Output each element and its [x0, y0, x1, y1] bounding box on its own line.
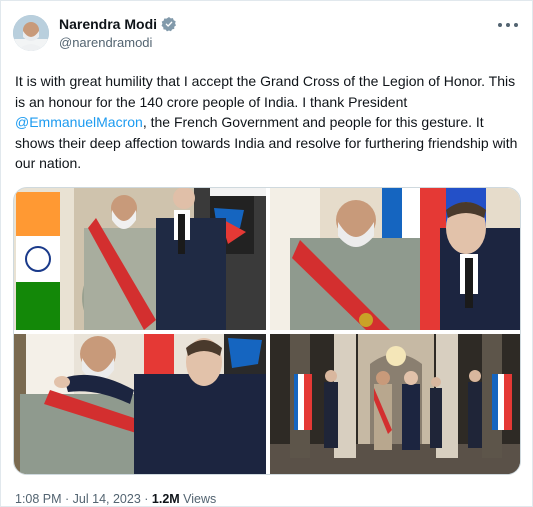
- author-display-name[interactable]: Narendra Modi: [59, 16, 157, 32]
- photo-hall-with-guard-of-honour[interactable]: [270, 334, 520, 474]
- tweet-card: Narendra Modi @narendramodi It is with g…: [0, 0, 533, 507]
- dot-icon: [514, 23, 518, 27]
- dot-icon: [498, 23, 502, 27]
- views-count: 1.2M: [151, 492, 180, 506]
- photo-image: [14, 188, 266, 330]
- media-grid: [13, 187, 521, 475]
- author-row: Narendra Modi: [59, 16, 177, 32]
- photo-image: [14, 334, 266, 474]
- tweet-text-part1: It is with great humility that I accept …: [15, 73, 516, 110]
- tweet-meta: 1:08 PM · Jul 14, 2023 · 1.2M Views: [15, 492, 216, 506]
- more-options-icon[interactable]: [498, 17, 518, 33]
- photo-medal-presentation-closeup[interactable]: [270, 188, 520, 330]
- verified-badge-icon: [161, 17, 177, 32]
- views-label: Views: [183, 492, 217, 506]
- tweet-time[interactable]: 1:08 PM: [15, 492, 62, 506]
- tweet-date[interactable]: Jul 14, 2023: [73, 492, 141, 506]
- mention-link[interactable]: @EmmanuelMacron: [15, 114, 143, 130]
- photo-image: [270, 188, 520, 330]
- avatar[interactable]: [13, 15, 49, 51]
- photo-image: [270, 334, 520, 474]
- dot-icon: [506, 23, 510, 27]
- meta-separator: ·: [140, 492, 152, 506]
- photo-sash-being-placed[interactable]: [14, 334, 266, 474]
- author-handle[interactable]: @narendramodi: [59, 35, 152, 50]
- meta-separator: ·: [61, 492, 73, 506]
- photo-award-ceremony-with-flags[interactable]: [14, 188, 266, 330]
- avatar-photo: [13, 15, 49, 51]
- tweet-text: It is with great humility that I accept …: [15, 71, 520, 174]
